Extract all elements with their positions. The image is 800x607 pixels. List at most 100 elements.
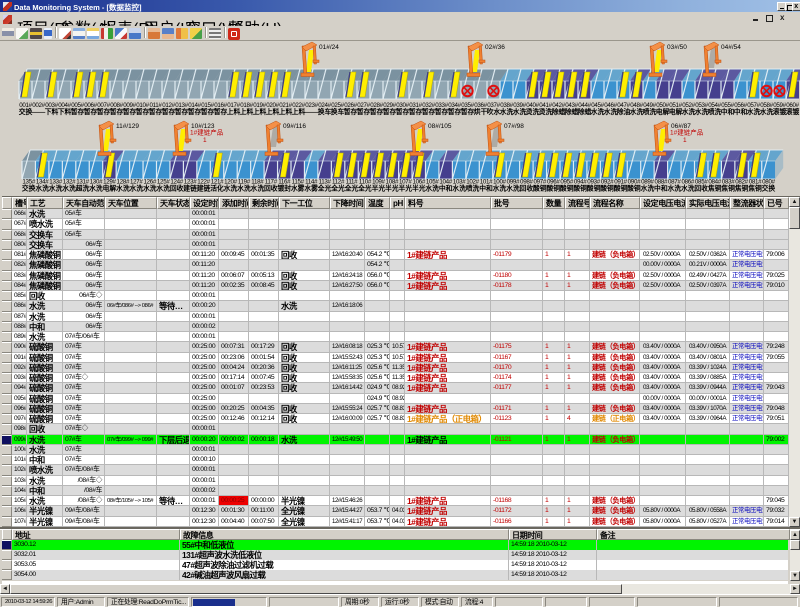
svg-text:酸铜: 酸铜 (533, 184, 547, 193)
svg-text:1: 1 (203, 137, 207, 144)
svg-text:127#: 127# (130, 178, 143, 185)
svg-text:057#: 057# (747, 102, 760, 109)
svg-text:水洗: 水洗 (681, 107, 696, 116)
svg-text:下料: 下料 (58, 107, 72, 116)
svg-text:中和: 中和 (654, 184, 668, 193)
svg-text:130#: 130# (90, 178, 103, 185)
svg-text:080#: 080# (762, 178, 775, 185)
svg-text:水洗: 水洗 (61, 184, 76, 193)
svg-text:全光: 全光 (317, 184, 332, 193)
svg-text:044#: 044# (578, 102, 591, 109)
svg-text:水洗: 水洗 (492, 184, 507, 193)
svg-text:半光: 半光 (412, 184, 426, 193)
svg-text:083#: 083# (722, 178, 735, 185)
svg-text:喷洗: 喷洗 (643, 107, 657, 116)
svg-text:下料: 下料 (45, 107, 59, 116)
svg-text:水洗: 水洗 (746, 107, 761, 116)
svg-text:除蜡: 除蜡 (565, 107, 579, 116)
svg-text:暂存: 暂存 (357, 107, 371, 116)
svg-text:040#: 040# (526, 102, 539, 109)
svg-text:水洗: 水洗 (142, 184, 157, 193)
svg-text:053#: 053# (695, 102, 708, 109)
svg-text:089#: 089# (641, 178, 654, 185)
svg-text:047#: 047# (617, 102, 630, 109)
svg-text:082#: 082# (735, 178, 748, 185)
svg-text:水洗: 水洗 (48, 184, 63, 193)
svg-text:1#建链产品: 1#建链产品 (190, 128, 223, 137)
svg-text:034#: 034# (448, 102, 461, 109)
svg-text:回收: 回收 (520, 184, 534, 193)
svg-text:039#: 039# (513, 102, 526, 109)
svg-text:103#: 103# (453, 178, 466, 185)
svg-text:电解: 电解 (669, 107, 683, 116)
svg-text:096#: 096# (547, 178, 560, 185)
svg-text:054#: 054# (708, 102, 721, 109)
svg-text:01#/24: 01#/24 (319, 44, 339, 51)
svg-text:038#: 038# (500, 102, 513, 109)
svg-text:094#: 094# (574, 178, 587, 185)
svg-text:暂存: 暂存 (123, 107, 137, 116)
svg-text:上料: 上料 (266, 107, 280, 116)
svg-text:093#: 093# (587, 178, 600, 185)
svg-text:055#: 055# (721, 102, 734, 109)
svg-text:暂存: 暂存 (175, 107, 189, 116)
svg-text:009#: 009# (123, 102, 136, 109)
svg-text:112#: 112# (332, 178, 345, 185)
svg-text:015#: 015# (201, 102, 214, 109)
svg-text:088#: 088# (655, 178, 668, 185)
svg-text:酸铜: 酸铜 (627, 184, 641, 193)
svg-text:129#: 129# (103, 178, 116, 185)
svg-text:电解: 电解 (103, 184, 117, 193)
svg-text:124#: 124# (170, 178, 183, 185)
svg-text:135#: 135# (22, 178, 35, 185)
svg-text:暂存: 暂存 (97, 107, 111, 116)
svg-text:——: —— (32, 109, 46, 116)
svg-text:水洗: 水洗 (505, 184, 520, 193)
svg-text:131#: 131# (76, 178, 89, 185)
svg-text:水洗: 水洗 (34, 184, 49, 193)
svg-text:115#: 115# (292, 178, 305, 185)
svg-text:045#: 045# (591, 102, 604, 109)
svg-text:021#: 021# (279, 102, 292, 109)
svg-text:暂存: 暂存 (214, 107, 228, 116)
svg-text:全光: 全光 (344, 184, 359, 193)
svg-text:换车: 换车 (318, 107, 332, 116)
svg-text:水洗: 水洗 (223, 184, 238, 193)
svg-text:水洗: 水洗 (88, 184, 103, 193)
svg-text:110#: 110# (359, 178, 372, 185)
svg-text:027#: 027# (357, 102, 370, 109)
svg-text:酸铜: 酸铜 (587, 184, 601, 193)
svg-text:酸铜: 酸铜 (560, 184, 574, 193)
svg-text:镀封: 镀封 (277, 184, 291, 193)
svg-text:02#/36: 02#/36 (485, 44, 505, 51)
svg-text:113#: 113# (319, 178, 332, 185)
svg-text:回收: 回收 (264, 184, 278, 193)
svg-text:水雾: 水雾 (290, 184, 305, 193)
svg-text:上料: 上料 (279, 107, 293, 116)
svg-text:105#: 105# (426, 178, 439, 185)
svg-text:048#: 048# (630, 102, 643, 109)
svg-text:喷洗: 喷洗 (466, 184, 480, 193)
svg-text:暂存: 暂存 (409, 107, 423, 116)
svg-text:002#: 002# (32, 102, 45, 109)
svg-text:酸铜: 酸铜 (573, 184, 587, 193)
svg-text:043#: 043# (565, 102, 578, 109)
svg-text:1#建链产品: 1#建链产品 (670, 128, 703, 137)
svg-text:016#: 016# (214, 102, 227, 109)
svg-text:123#: 123# (184, 178, 197, 185)
svg-text:008#: 008# (110, 102, 123, 109)
svg-text:酸铜: 酸铜 (600, 184, 614, 193)
svg-text:037#: 037# (487, 102, 500, 109)
svg-text:滚镀: 滚镀 (773, 107, 787, 116)
svg-text:126#: 126# (143, 178, 156, 185)
svg-text:半光: 半光 (372, 184, 386, 193)
svg-text:029#: 029# (383, 102, 396, 109)
svg-text:007#: 007# (97, 102, 110, 109)
svg-text:1: 1 (683, 137, 687, 144)
svg-text:水洗: 水洗 (590, 107, 605, 116)
svg-text:暂存: 暂存 (136, 107, 150, 116)
svg-text:125#: 125# (157, 178, 170, 185)
svg-text:128#: 128# (117, 178, 130, 185)
svg-text:中和: 中和 (439, 184, 453, 193)
svg-text:上料: 上料 (240, 107, 254, 116)
